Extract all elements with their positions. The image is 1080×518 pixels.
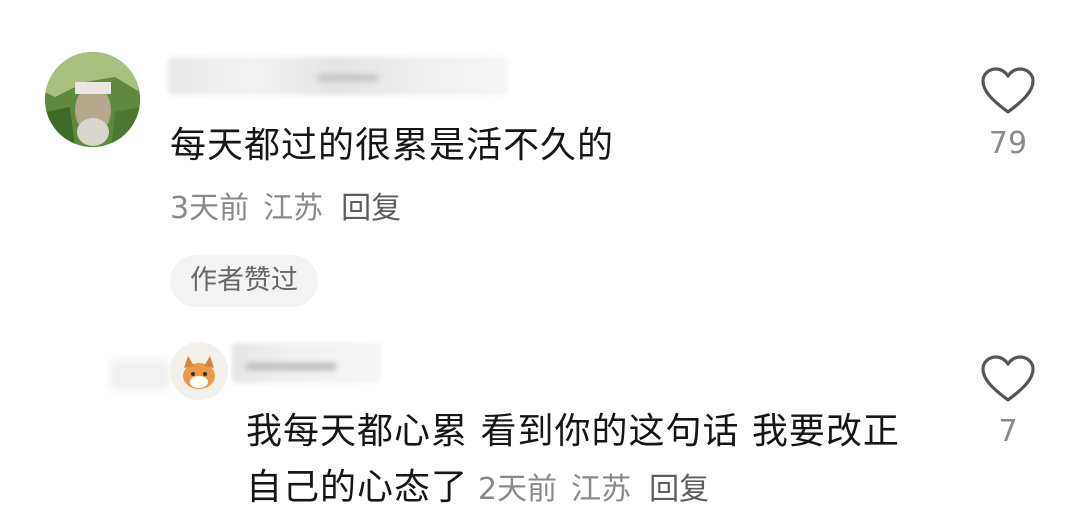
comment-time: 3天前 (170, 191, 250, 226)
comment-text: 每天都过的很累是活不久的 (170, 125, 615, 166)
username-blurred[interactable] (168, 57, 508, 95)
author-liked-badge: 作者赞过 (170, 255, 318, 307)
blur-patch (110, 360, 170, 390)
reply-location: 江苏 (571, 472, 632, 507)
reply-time: 2天前 (478, 472, 558, 507)
reply-like-count: 7 (998, 414, 1018, 449)
reply-button[interactable]: 回复 (341, 191, 401, 226)
reply-avatar[interactable] (170, 342, 228, 400)
comment-location: 江苏 (263, 191, 324, 226)
comment-meta: 3天前 江苏 回复 (170, 186, 401, 232)
heart-outline-icon[interactable] (980, 66, 1036, 116)
comment-thread: 每天都过的很累是活不久的 3天前 江苏 回复 作者赞过 79 我每天都心累 看到你的… (0, 0, 1080, 518)
reply-reply-button[interactable]: 回复 (649, 472, 709, 507)
reply-meta: 2天前 江苏 回复 (478, 472, 709, 507)
like-count: 79 (988, 126, 1028, 161)
reply-like-button[interactable]: 7 (978, 354, 1038, 449)
heart-outline-icon[interactable] (980, 354, 1036, 404)
reply-username-blurred[interactable] (232, 343, 382, 383)
avatar[interactable] (45, 52, 140, 147)
like-button[interactable]: 79 (978, 66, 1038, 161)
reply-text-block: 我每天都心累 看到你的这句话 我要改正自己的心态了 2天前 江苏 回复 (246, 404, 926, 518)
